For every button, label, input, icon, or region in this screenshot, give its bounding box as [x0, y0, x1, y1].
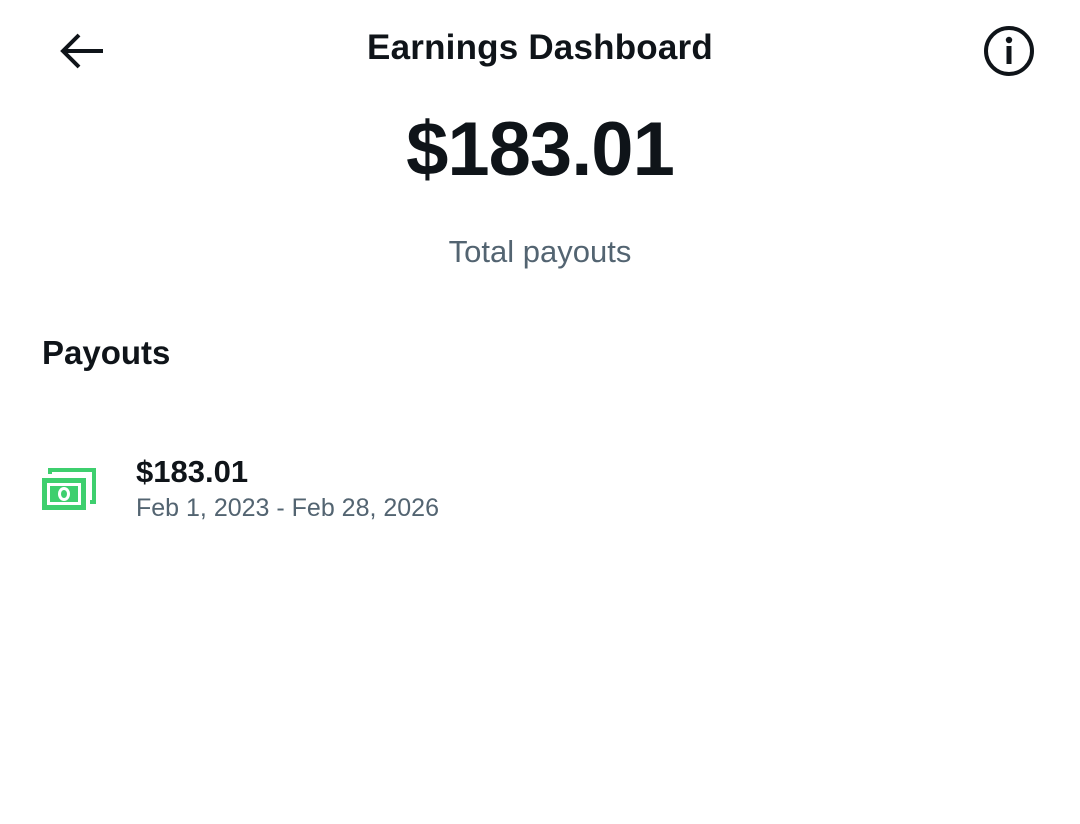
payout-date-range: Feb 1, 2023 - Feb 28, 2026 [136, 494, 439, 522]
payout-amount: $183.01 [136, 454, 249, 489]
earnings-dashboard-screen: Earnings Dashboard $183.01 Total payouts… [0, 0, 1080, 824]
top-app-bar: Earnings Dashboard [0, 0, 1080, 100]
money-stack-icon [42, 468, 96, 510]
payouts-section-title: Payouts [42, 334, 171, 371]
total-payouts-amount: $183.01 [406, 107, 675, 192]
total-payouts-label: Total payouts [448, 234, 632, 269]
page-title: Earnings Dashboard [367, 28, 713, 67]
info-button[interactable] [978, 20, 1040, 82]
payout-list-item[interactable]: $183.01 Feb 1, 2023 - Feb 28, 2026 [0, 440, 1080, 550]
info-circle-icon [984, 26, 1034, 76]
